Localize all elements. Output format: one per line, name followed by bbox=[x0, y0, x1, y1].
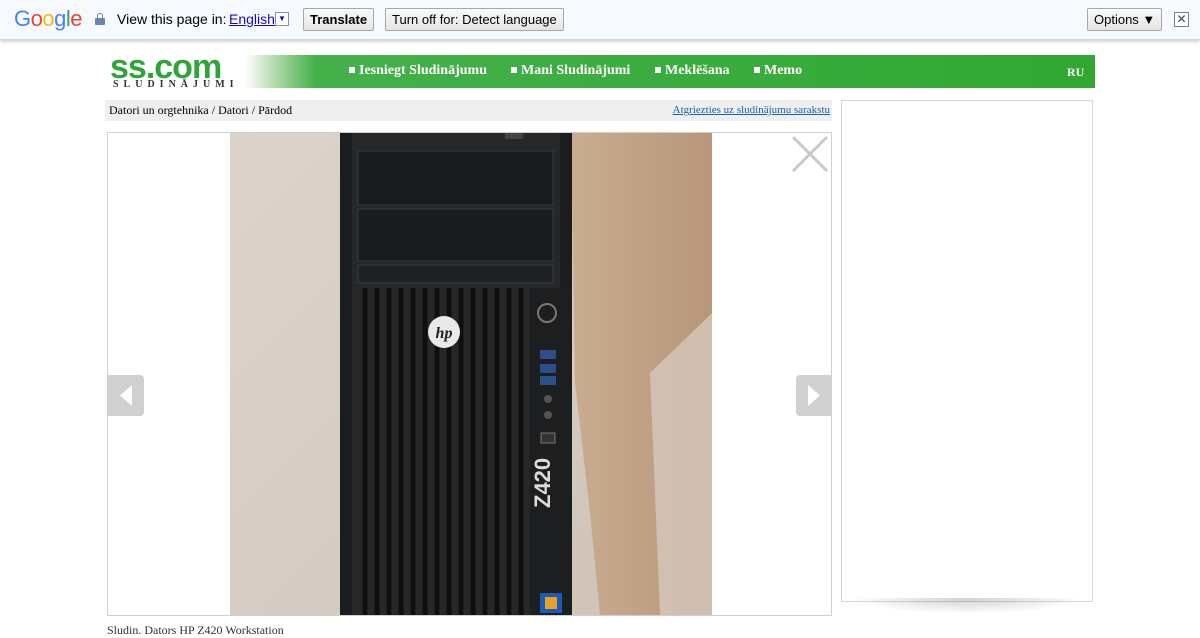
next-photo-button[interactable] bbox=[796, 375, 831, 416]
bullet-icon bbox=[511, 66, 517, 73]
ad-banner bbox=[841, 100, 1093, 602]
nav-item-label: Mani Sludinājumi bbox=[521, 63, 631, 78]
nav-item-memo[interactable]: Memo bbox=[754, 63, 802, 79]
options-button[interactable]: Options ▼ bbox=[1087, 8, 1163, 31]
svg-text:hp: hp bbox=[436, 325, 453, 342]
turn-off-button[interactable]: Turn off for: Detect language bbox=[385, 8, 564, 31]
listing-title: Sludin. Dators HP Z420 Workstation bbox=[107, 623, 284, 637]
site-logo[interactable]: ss.com SLUDINĀJUMI bbox=[110, 50, 260, 90]
close-translate-bar-icon[interactable]: ✕ bbox=[1174, 12, 1189, 27]
nav-item-label: Meklēšana bbox=[665, 63, 730, 78]
language-dropdown-icon[interactable]: ▼ bbox=[275, 12, 289, 26]
bullet-icon bbox=[349, 66, 355, 73]
back-to-list-link[interactable]: Atgriezties uz sludinājumu sarakstu bbox=[673, 104, 830, 116]
chevron-left-icon bbox=[120, 385, 132, 406]
lock-icon bbox=[95, 13, 105, 25]
photo-gallery: hp Z420 bbox=[107, 132, 832, 616]
bullet-icon bbox=[754, 66, 760, 73]
nav-item-label: Iesniegt Sludinājumu bbox=[359, 63, 487, 78]
translate-bar: Google View this page in: English ▼ Tran… bbox=[0, 0, 1200, 40]
site-logo-subtitle: SLUDINĀJUMI bbox=[113, 79, 239, 90]
main-nav: Iesniegt Sludinājumu Mani Sludinājumi Me… bbox=[245, 55, 1095, 88]
ad-banner-shadow bbox=[851, 598, 1083, 614]
language-link[interactable]: English bbox=[229, 11, 275, 27]
breadcrumb-bar: Datori un orgtehnika / Datori / Pārdod A… bbox=[105, 100, 832, 121]
google-logo: Google bbox=[14, 6, 83, 31]
close-gallery-button[interactable] bbox=[789, 133, 831, 175]
bullet-icon bbox=[655, 66, 661, 73]
translate-button[interactable]: Translate bbox=[303, 8, 375, 31]
svg-text:Z420: Z420 bbox=[530, 458, 555, 508]
nav-item-label: Memo bbox=[764, 63, 803, 78]
nav-item-search[interactable]: Meklēšana bbox=[655, 63, 730, 79]
nav-item-my-ads[interactable]: Mani Sludinājumi bbox=[511, 63, 630, 79]
breadcrumb[interactable]: Datori un orgtehnika / Datori / Pārdod bbox=[109, 103, 292, 118]
listing-photo[interactable]: hp Z420 bbox=[230, 133, 712, 615]
chevron-right-icon bbox=[808, 385, 820, 406]
previous-photo-button[interactable] bbox=[108, 375, 144, 416]
computer-tower-photo: hp Z420 bbox=[230, 133, 712, 615]
language-switch-ru[interactable]: RU bbox=[1067, 65, 1084, 80]
translate-prompt: View this page in: bbox=[117, 11, 227, 27]
nav-item-submit-ad[interactable]: Iesniegt Sludinājumu bbox=[349, 63, 487, 79]
close-icon bbox=[791, 135, 829, 173]
